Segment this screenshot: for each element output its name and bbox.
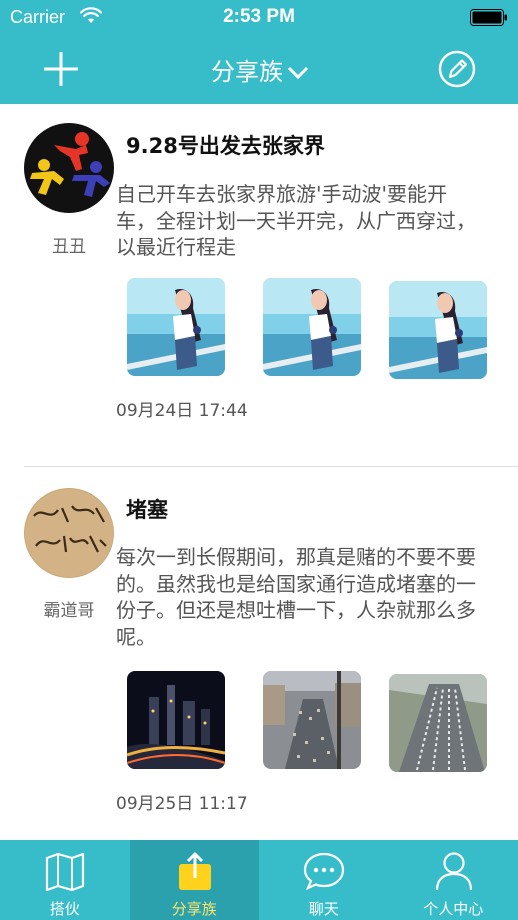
plus-icon[interactable] <box>42 50 80 88</box>
post-body-line: 份子。但还是想吐槽一下，人杂就那么多 <box>116 598 476 622</box>
author-name: 丑丑 <box>52 237 86 257</box>
nav-title: 分享族 <box>211 58 283 86</box>
avatar[interactable] <box>24 488 114 578</box>
clock: 2:53 PM <box>223 6 295 27</box>
person-icon <box>435 852 472 891</box>
tab-dahuo[interactable]: 搭伙 <box>0 840 130 920</box>
tab-label: 分享族 <box>171 900 217 918</box>
post-time: 09月25日 11:17 <box>116 794 248 814</box>
divider <box>24 466 518 467</box>
tab-chat[interactable]: 聊天 <box>259 840 389 920</box>
post-time: 09月24日 17:44 <box>116 401 248 421</box>
post-photo[interactable] <box>389 281 487 379</box>
post-photo[interactable] <box>263 671 361 769</box>
post-title: 堵塞 <box>126 498 168 522</box>
post-photo[interactable] <box>263 278 361 376</box>
post-photo[interactable] <box>127 671 225 769</box>
chevron-down-icon <box>287 66 309 80</box>
edit-icon[interactable] <box>438 50 476 88</box>
tab-label: 聊天 <box>308 900 339 918</box>
post-photo[interactable] <box>127 278 225 376</box>
post-body-line: 自己开车去张家界旅游'手动波'要能开 <box>116 182 447 206</box>
share-icon <box>178 852 211 890</box>
tab-label: 搭伙 <box>49 900 80 918</box>
post-photo[interactable] <box>389 674 487 772</box>
avatar[interactable] <box>24 123 114 213</box>
tab-share[interactable]: 分享族 <box>129 840 259 920</box>
battery-icon <box>470 9 507 26</box>
post-body-line: 的。虽然我也是给国家通行造成堵塞的一 <box>116 571 476 596</box>
post-body: 每次一到长假期间，那真是赌的不要不要 的。虽然我也是给国家通行造成堵塞的一 份子… <box>116 544 518 650</box>
map-icon <box>45 852 85 892</box>
author-name: 霸道哥 <box>43 601 95 621</box>
post-body: 自己开车去张家界旅游'手动波'要能开 车，全程计划一天半开完，从广西穿过， 以最… <box>116 181 518 261</box>
post-body-line: 呢。 <box>116 624 156 649</box>
post-body-line: 每次一到长假期间，那真是赌的不要不要 <box>116 545 476 569</box>
top-bar: Carrier 2:53 PM 分享族 <box>0 0 518 104</box>
post-body-line: 以最近行程走 <box>116 235 236 259</box>
chat-icon <box>303 852 345 891</box>
tab-profile[interactable]: 个人中心 <box>389 840 518 920</box>
nav-title-dropdown[interactable]: 分享族 <box>170 52 350 86</box>
post-title: 9.28号出发去张家界 <box>126 134 325 158</box>
status-bar: Carrier 2:53 PM <box>0 0 518 36</box>
post-body-line: 车，全程计划一天半开完，从广西穿过， <box>116 208 476 233</box>
tab-bar: 搭伙 分享族 聊天 个人中心 <box>0 840 518 920</box>
tab-label: 个人中心 <box>423 900 484 918</box>
